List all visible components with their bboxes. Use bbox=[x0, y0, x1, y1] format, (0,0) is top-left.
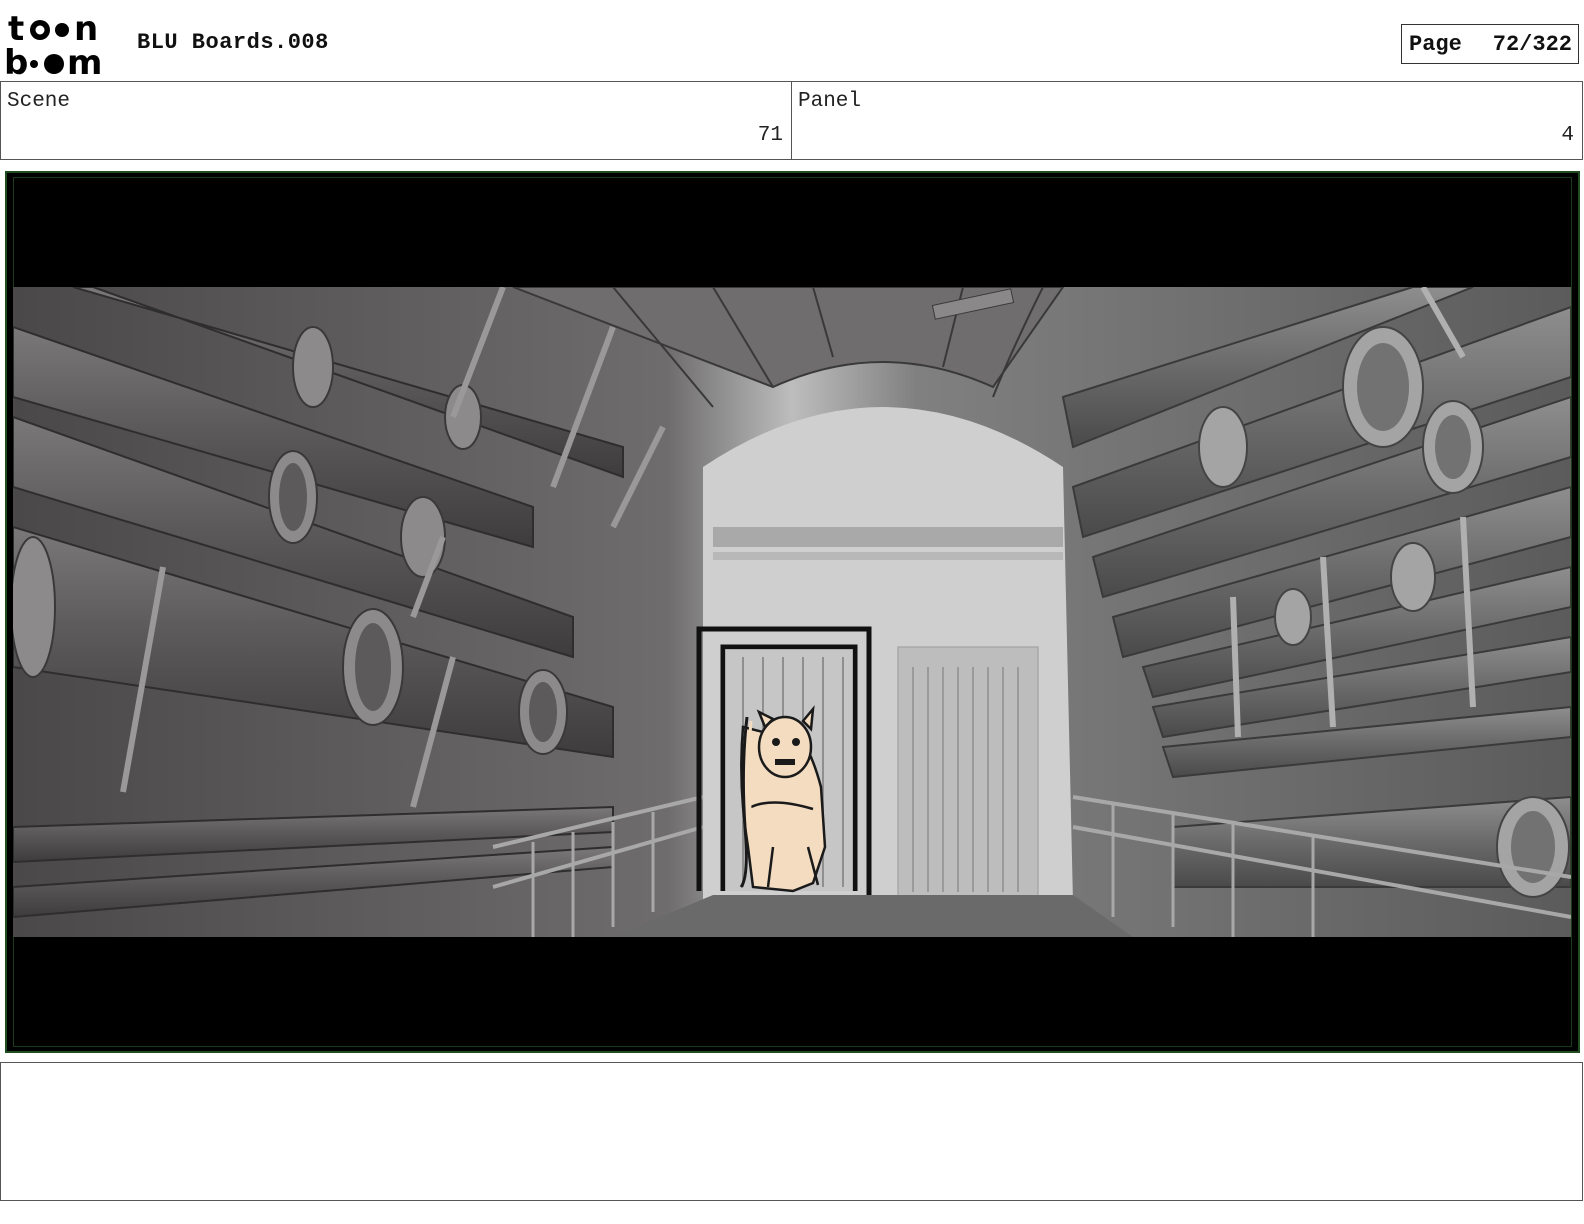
scene-cell: Scene 71 bbox=[1, 82, 791, 159]
scene-panel-info: Scene 71 Panel 4 bbox=[0, 81, 1583, 160]
page-label: Page bbox=[1409, 31, 1462, 57]
panel-value: 4 bbox=[1561, 124, 1574, 147]
header: t n b m BLU Boards.008 Page 72/322 bbox=[0, 0, 1584, 82]
panel-label: Panel bbox=[798, 90, 862, 113]
panel-notes bbox=[0, 1062, 1583, 1201]
document-title: BLU Boards.008 bbox=[137, 30, 329, 55]
scene-value: 71 bbox=[757, 124, 783, 147]
toonboom-logo: t n b m bbox=[4, 9, 102, 78]
panel-image bbox=[13, 287, 1571, 937]
scene-label: Scene bbox=[7, 90, 71, 113]
page-indicator: Page 72/322 bbox=[1401, 24, 1579, 64]
svg-text:m: m bbox=[67, 43, 102, 78]
panel-cell: Panel 4 bbox=[791, 82, 1582, 159]
svg-text:b: b bbox=[4, 43, 28, 78]
page-number: 72/322 bbox=[1492, 31, 1572, 57]
